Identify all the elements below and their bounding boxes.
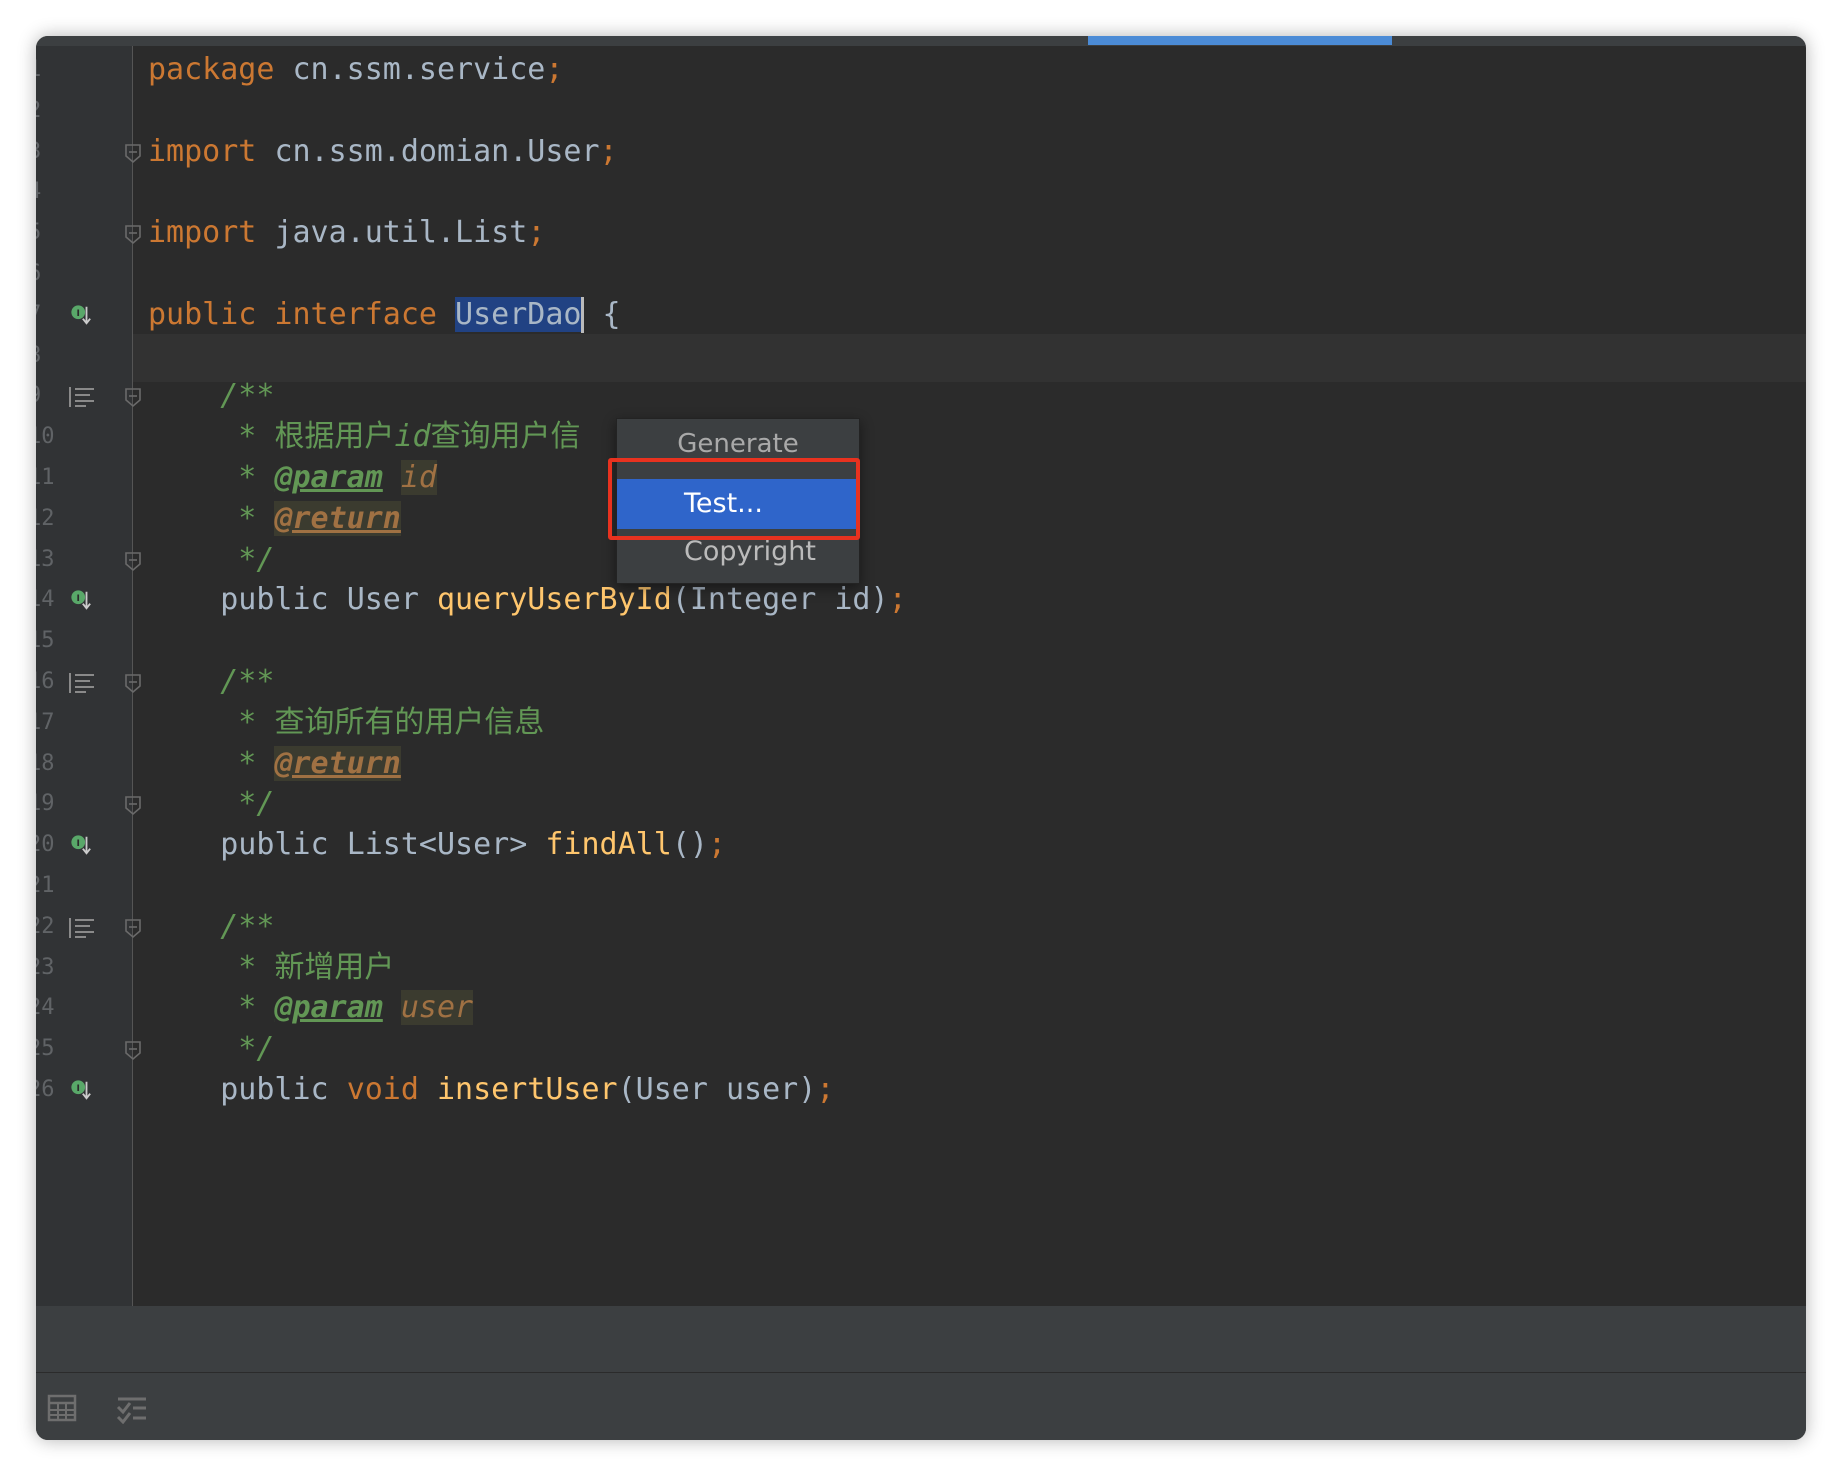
code-token: ; [707, 827, 726, 863]
scrollbar-thumb[interactable] [1088, 36, 1392, 45]
fold-icon[interactable] [123, 386, 143, 408]
implementations-icon[interactable]: I [70, 304, 92, 326]
code-token: */ [148, 1031, 275, 1067]
code-token: (User user) [617, 1072, 817, 1107]
code-token: cn.ssm.domian.User [274, 133, 600, 169]
code-token: queryUserById [437, 582, 672, 618]
code-token: * [148, 500, 275, 536]
fold-icon[interactable] [123, 1039, 143, 1061]
implementations-icon[interactable]: I [70, 589, 92, 611]
svg-text:I: I [77, 308, 80, 319]
code-token: void [346, 1072, 437, 1107]
code-token: ; [527, 215, 546, 251]
code-token: ; [545, 52, 564, 87]
annotation-highlight-box [608, 458, 860, 540]
code-token: /** [148, 908, 275, 944]
code-token: java.util.List [274, 215, 528, 251]
code-token: 根据用户 [274, 419, 395, 455]
code-token: package [148, 52, 293, 87]
code-token: * [148, 460, 275, 495]
selected-identifier: UserDao [455, 296, 582, 332]
code-token: ; [816, 1072, 835, 1107]
code-token: /** [148, 664, 275, 699]
code-token: id [394, 419, 431, 455]
rendered-doc-icon[interactable] [68, 917, 96, 939]
code-token: findAll [545, 827, 672, 863]
bottom-separator [36, 1372, 1806, 1373]
code-token: */ [148, 786, 275, 822]
code-token: User [346, 582, 437, 618]
code-token: @param [274, 460, 383, 495]
code-token: id [400, 460, 437, 495]
code-token: public interface [148, 296, 456, 332]
code-token: 新增用户 [274, 949, 395, 985]
code-token: * [148, 704, 275, 740]
svg-text:I: I [77, 593, 80, 604]
implementations-icon[interactable]: I [70, 834, 92, 856]
code-token: @return [274, 745, 401, 781]
code-token: public [148, 1072, 347, 1107]
code-token: ; [888, 582, 907, 618]
svg-text:I: I [77, 838, 80, 849]
code-token: @return [274, 500, 401, 536]
code-line[interactable]: 26 I public void insertUser(User user); [36, 1066, 1806, 1114]
code-token: @param [274, 990, 383, 1026]
line-number: 26 [36, 1077, 55, 1102]
code-token: import [148, 215, 275, 251]
code-token: 查询所有的用户信息 [274, 704, 545, 740]
code-token: public [148, 582, 347, 618]
fold-icon[interactable] [123, 142, 143, 164]
fold-icon[interactable] [123, 223, 143, 245]
fold-icon[interactable] [123, 672, 143, 694]
rendered-doc-icon[interactable] [68, 672, 96, 694]
grid-icon[interactable] [46, 1392, 78, 1424]
code-text[interactable]: public void insertUser(User user); [148, 1066, 834, 1114]
code-token: { [584, 296, 621, 332]
fold-icon[interactable] [123, 550, 143, 572]
code-token: cn.ssm.service [292, 52, 546, 87]
fold-icon[interactable] [123, 917, 143, 939]
code-token: /** [148, 378, 275, 414]
horizontal-scrollbar[interactable] [36, 36, 1806, 46]
code-token: (Integer id) [671, 582, 889, 618]
code-token: () [671, 827, 708, 863]
implementations-icon[interactable]: I [70, 1079, 92, 1101]
rendered-doc-icon[interactable] [68, 386, 96, 408]
code-token: 查询用户信 [430, 419, 581, 455]
code-token: * [148, 745, 275, 781]
code-token: import [148, 133, 275, 169]
code-token: ; [599, 133, 618, 169]
code-token: */ [148, 541, 275, 577]
ide-window: 1package cn.ssm.service;23import cn.ssm.… [36, 36, 1806, 1440]
popup-header: Generate [677, 429, 799, 459]
code-token: * [148, 990, 275, 1026]
code-token: * [148, 419, 275, 455]
code-token: insertUser [437, 1072, 618, 1107]
bottom-panel [36, 1306, 1806, 1440]
svg-text:I: I [77, 1083, 80, 1094]
code-token: user [400, 990, 474, 1026]
fold-icon[interactable] [123, 794, 143, 816]
code-token: public [148, 827, 347, 863]
code-token: * [148, 949, 275, 985]
checklist-icon[interactable] [116, 1392, 148, 1424]
code-token: List<User> [346, 827, 546, 863]
code-editor[interactable]: 1package cn.ssm.service;23import cn.ssm.… [36, 46, 1806, 1306]
